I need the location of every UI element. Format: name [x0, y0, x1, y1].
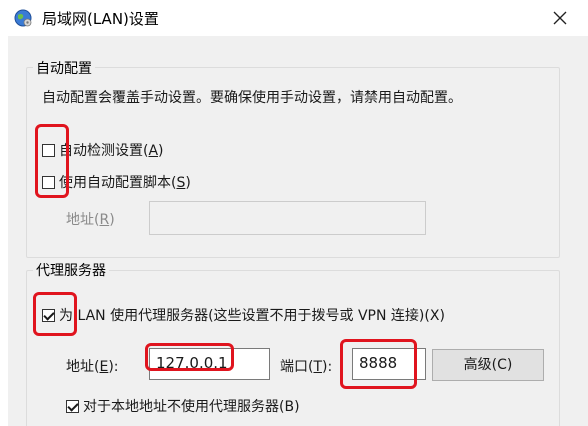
auto-detect-checkbox-row[interactable]: 自动检测设置(A) — [42, 140, 164, 160]
bypass-local-checkbox-row[interactable]: 对于本地地址不使用代理服务器(B) — [66, 396, 300, 416]
close-icon — [553, 11, 567, 25]
auto-detect-label: 自动检测设置(A) — [59, 143, 164, 159]
proxy-address-label: 地址(E): — [66, 359, 119, 375]
proxy-port-label: 端口(T): — [280, 359, 333, 375]
use-proxy-label: 为 LAN 使用代理服务器(这些设置不用于拨号或 VPN 连接)(X) — [59, 308, 445, 324]
use-proxy-checkbox[interactable] — [42, 308, 55, 322]
use-proxy-checkbox-row[interactable]: 为 LAN 使用代理服务器(这些设置不用于拨号或 VPN 连接)(X) — [42, 305, 445, 325]
auto-config-legend: 自动配置 — [33, 58, 95, 78]
proxy-legend: 代理服务器 — [33, 260, 109, 280]
auto-detect-checkbox[interactable] — [42, 143, 55, 157]
auto-config-description: 自动配置会覆盖手动设置。要确保使用手动设置，请禁用自动配置。 — [42, 90, 462, 106]
bypass-local-checkbox[interactable] — [66, 399, 79, 413]
use-script-checkbox-row[interactable]: 使用自动配置脚本(S) — [42, 172, 191, 192]
advanced-button[interactable]: 高级(C) — [432, 349, 544, 381]
proxy-port-input[interactable]: 8888 — [352, 348, 426, 380]
window-title: 局域网(LAN)设置 — [42, 10, 159, 28]
window-left-edge — [0, 36, 8, 426]
close-button[interactable] — [550, 8, 570, 28]
lan-settings-dialog: 局域网(LAN)设置 自动配置 自动配置会覆盖手动设置。要确保使用手动设置，请禁… — [0, 0, 588, 426]
use-script-label: 使用自动配置脚本(S) — [59, 175, 191, 191]
globe-settings-icon — [14, 9, 32, 27]
bypass-local-label: 对于本地地址不使用代理服务器(B) — [83, 399, 300, 415]
title-bar: 局域网(LAN)设置 — [0, 0, 588, 36]
proxy-address-input[interactable]: 127.0.0.1 — [149, 348, 270, 380]
use-script-checkbox[interactable] — [42, 175, 55, 189]
script-address-label: 地址(R) — [66, 212, 115, 228]
script-address-input[interactable] — [149, 201, 426, 235]
